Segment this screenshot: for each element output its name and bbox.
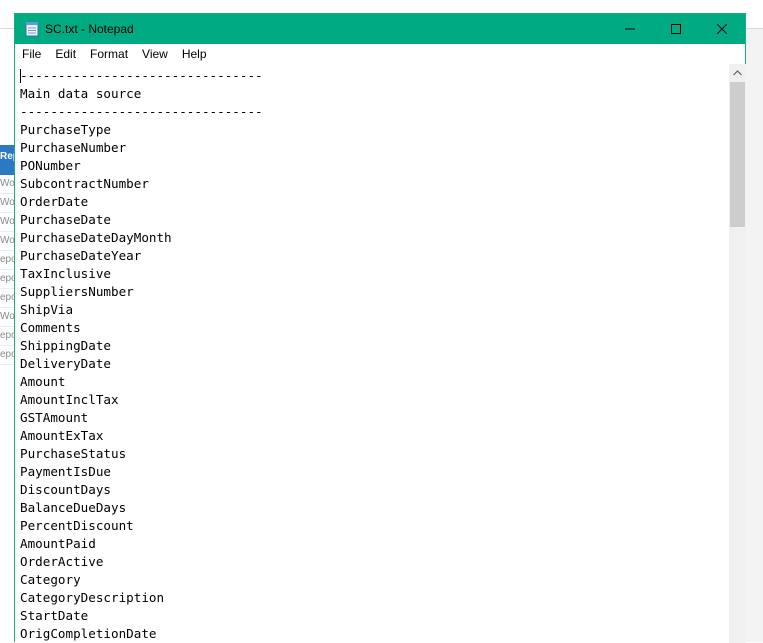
text-line: DiscountDays: [20, 482, 111, 497]
text-line: OrigCompletionDate: [20, 626, 157, 641]
text-line: ShipVia: [20, 302, 74, 317]
text-line: CategoryDescription: [20, 590, 165, 605]
text-caret: [20, 69, 21, 83]
text-line: StartDate: [20, 608, 89, 623]
menu-file[interactable]: File: [15, 44, 48, 64]
vertical-scrollbar[interactable]: [729, 64, 746, 643]
maximize-button[interactable]: [653, 14, 699, 44]
menu-help[interactable]: Help: [175, 44, 214, 64]
text-line: TaxInclusive: [20, 266, 111, 281]
text-line: AmountInclTax: [20, 392, 119, 407]
text-line: AmountExTax: [20, 428, 104, 443]
close-button[interactable]: [699, 14, 745, 44]
title-bar[interactable]: SC.txt - Notepad: [15, 14, 745, 44]
scrollbar-thumb[interactable]: [730, 82, 745, 227]
chevron-up-icon: [733, 69, 742, 75]
window-title: SC.txt - Notepad: [45, 22, 134, 36]
close-icon: [717, 24, 727, 34]
text-line: AmountPaid: [20, 536, 96, 551]
text-line: --------------------------------: [20, 68, 263, 83]
text-line: Amount: [20, 374, 66, 389]
menu-bar: File Edit Format View Help: [15, 44, 745, 64]
text-line: PurchaseType: [20, 122, 111, 137]
text-line: ShippingDate: [20, 338, 111, 353]
text-line: DeliveryDate: [20, 356, 111, 371]
minimize-button[interactable]: [607, 14, 653, 44]
text-line: PercentDiscount: [20, 518, 134, 533]
text-line: Comments: [20, 320, 81, 335]
text-line: PurchaseDate: [20, 212, 111, 227]
minimize-icon: [625, 28, 635, 30]
text-line: SubcontractNumber: [20, 176, 149, 191]
text-line: BalanceDueDays: [20, 500, 127, 515]
menu-format[interactable]: Format: [83, 44, 135, 64]
text-editor[interactable]: -------------------------------- Main dat…: [16, 64, 729, 643]
text-line: PurchaseNumber: [20, 140, 127, 155]
text-line: PurchaseStatus: [20, 446, 127, 461]
text-line: PONumber: [20, 158, 81, 173]
scroll-up-button[interactable]: [729, 64, 746, 81]
notepad-icon: [25, 21, 39, 37]
text-line: OrderActive: [20, 554, 104, 569]
background-right-edge: [745, 29, 763, 642]
text-line: PurchaseDateDayMonth: [20, 230, 172, 245]
text-line: OrderDate: [20, 194, 89, 209]
text-line: PaymentIsDue: [20, 464, 111, 479]
text-line: SuppliersNumber: [20, 284, 134, 299]
text-line: GSTAmount: [20, 410, 89, 425]
menu-view[interactable]: View: [135, 44, 175, 64]
notepad-window: SC.txt - Notepad File Edit Format View H…: [14, 13, 746, 643]
document-text: -------------------------------- Main dat…: [20, 67, 263, 643]
maximize-icon: [671, 24, 681, 34]
text-line: --------------------------------: [20, 104, 263, 119]
text-line: PurchaseDateYear: [20, 248, 142, 263]
text-line: Main data source: [20, 86, 142, 101]
menu-edit[interactable]: Edit: [48, 44, 83, 64]
text-line: Category: [20, 572, 81, 587]
